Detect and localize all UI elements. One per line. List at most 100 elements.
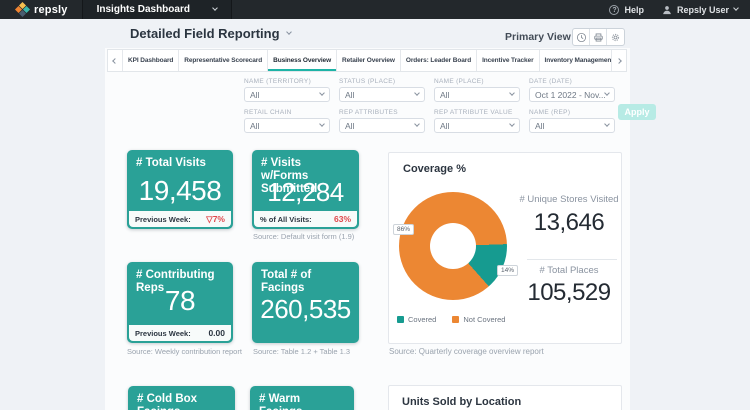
kpi-card-footer: Previous Week: ▽7% xyxy=(129,211,231,227)
help-label: Help xyxy=(624,4,644,15)
kpi-footer-value: ▽7% xyxy=(206,213,225,224)
filter-label: RETAIL CHAIN xyxy=(244,109,292,116)
stat-divider xyxy=(527,259,617,260)
filter-label: REP ATTRIBUTE VALUE xyxy=(434,109,513,116)
kpi-card-footer: Previous Week: 0.00 xyxy=(129,325,231,341)
legend-label: Covered xyxy=(408,315,437,324)
donut-hole xyxy=(430,223,476,269)
kpi-card-title: # Cold Box Facings xyxy=(137,393,198,410)
chevron-down-icon xyxy=(509,121,515,127)
chevron-right-icon xyxy=(616,57,622,64)
stat-value-unique-stores: 13,646 xyxy=(533,209,605,236)
select-value: All xyxy=(440,89,450,100)
filter-retail-chain-select[interactable]: All xyxy=(244,118,330,133)
source-note: Source: Weekly contribution report xyxy=(127,347,242,356)
filter-status-place-select[interactable]: All xyxy=(339,87,425,102)
chevron-down-icon xyxy=(211,5,218,11)
tabs-scroll-left-button[interactable] xyxy=(108,50,123,71)
tab-orders-leader-board[interactable]: Orders: Leader Board xyxy=(401,50,478,71)
select-value: All xyxy=(250,89,260,100)
filter-row-1: NAME (TERRITORY) All STATUS (PLACE) All … xyxy=(244,78,615,102)
select-value: All xyxy=(345,120,355,131)
filter-rep-attributes-select[interactable]: All xyxy=(339,118,425,133)
report-title-dropdown[interactable]: Detailed Field Reporting xyxy=(130,26,292,41)
filter-status-place: STATUS (PLACE) All xyxy=(339,78,425,102)
chevron-down-icon xyxy=(285,29,292,35)
filter-name-territory-select[interactable]: All xyxy=(244,87,330,102)
tab-inventory-management-tracker[interactable]: Inventory Management Tracker xyxy=(540,50,612,71)
tabs-scroll-area: KPI Dashboard Representative Scorecard B… xyxy=(123,50,611,71)
units-sold-panel: Units Sold by Location xyxy=(388,385,622,410)
tab-kpi-dashboard[interactable]: KPI Dashboard xyxy=(123,50,180,71)
kpi-card-title: Total # of Facings xyxy=(261,269,312,295)
coverage-panel-title: Coverage % xyxy=(403,163,466,175)
filter-name-territory: NAME (TERRITORY) All xyxy=(244,78,330,102)
kpi-card-title: # Total Visits xyxy=(136,157,206,169)
filter-rep-attributes: REP ATTRIBUTES All xyxy=(339,109,425,133)
filter-date-select[interactable]: Oct 1 2022 - Nov... xyxy=(529,87,615,102)
filter-label: NAME (REP) xyxy=(529,109,571,116)
kpi-footer-label: Previous Week: xyxy=(135,328,191,338)
tabs-scroll-right-button[interactable] xyxy=(611,50,626,71)
kpi-card-total-facings: Total # of Facings 260,535 xyxy=(252,262,359,343)
filter-label: DATE (DATE) xyxy=(529,78,573,85)
kpi-card-contributing-reps: # Contributing Reps 78 Previous Week: 0.… xyxy=(127,262,233,343)
view-selector[interactable]: Primary View xyxy=(505,31,582,43)
user-menu[interactable]: Repsly User xyxy=(662,4,739,15)
page-title: Detailed Field Reporting xyxy=(130,26,280,41)
kpi-footer-value: 0.00 xyxy=(208,328,225,338)
kpi-card-value: 19,458 xyxy=(138,175,222,206)
chevron-down-icon xyxy=(319,121,325,127)
topbar-divider xyxy=(230,0,232,19)
schedule-button[interactable] xyxy=(573,29,590,45)
filter-rep-attribute-value-select[interactable]: All xyxy=(434,118,520,133)
print-button[interactable] xyxy=(590,29,607,45)
chevron-down-icon xyxy=(414,90,420,96)
app-menu-dropdown[interactable]: Insights Dashboard xyxy=(82,0,231,19)
filter-name-rep-select[interactable]: All xyxy=(529,118,615,133)
chevron-down-icon xyxy=(733,5,739,11)
kpi-card-title: # Warm Facings xyxy=(259,393,302,410)
filter-name-place-select[interactable]: All xyxy=(434,87,520,102)
stat-value-total-places: 105,529 xyxy=(527,279,611,306)
gear-icon xyxy=(611,33,620,41)
settings-button[interactable] xyxy=(607,29,624,45)
legend-item-not-covered[interactable]: Not Covered xyxy=(452,315,505,324)
kpi-card-value: 260,535 xyxy=(260,294,351,324)
legend-label: Not Covered xyxy=(463,315,506,324)
coverage-panel: Coverage % 86% 14% # Unique Stores Visit… xyxy=(388,152,622,344)
kpi-card-warm-facings: # Warm Facings xyxy=(250,386,354,410)
legend-swatch-not-covered xyxy=(452,316,460,323)
tab-representative-scorecard[interactable]: Representative Scorecard xyxy=(179,50,269,71)
chevron-down-icon xyxy=(604,121,610,127)
kpi-footer-value: 63% xyxy=(333,214,351,224)
stat-label-unique-stores: # Unique Stores Visited xyxy=(519,194,619,205)
repsly-logo[interactable]: repsly xyxy=(0,0,82,19)
coverage-donut[interactable] xyxy=(399,192,507,300)
chevron-down-icon xyxy=(604,90,610,96)
legend-item-covered[interactable]: Covered xyxy=(397,315,436,324)
tab-incentive-tracker[interactable]: Incentive Tracker xyxy=(477,50,540,71)
units-sold-panel-title: Units Sold by Location xyxy=(402,396,522,408)
slice-label-not-covered: 86% xyxy=(393,224,415,235)
source-note: Source: Table 1.2 + Table 1.3 xyxy=(253,347,351,356)
apply-button[interactable]: Apply xyxy=(618,104,656,120)
chevron-down-icon xyxy=(319,90,325,96)
filter-date: DATE (DATE) Oct 1 2022 - Nov... xyxy=(529,78,615,102)
help-icon: ? xyxy=(609,4,620,15)
help-button[interactable]: ? Help xyxy=(609,4,644,15)
stat-label-total-places: # Total Places xyxy=(539,265,599,276)
tab-business-overview[interactable]: Business Overview xyxy=(268,50,338,71)
filter-row-2: RETAIL CHAIN All REP ATTRIBUTES All REP … xyxy=(244,109,615,133)
top-bar: repsly Insights Dashboard ? Help Repsly … xyxy=(0,0,750,19)
kpi-card-value: 78 xyxy=(164,285,196,316)
select-value: All xyxy=(250,120,260,131)
chevron-down-icon xyxy=(509,90,515,96)
coverage-legend: Covered Not Covered xyxy=(397,315,505,324)
tab-retailer-overview[interactable]: Retailer Overview xyxy=(337,50,401,71)
filter-retail-chain: RETAIL CHAIN All xyxy=(244,109,330,133)
printer-icon xyxy=(593,33,603,41)
kpi-card-total-visits: # Total Visits 19,458 Previous Week: ▽7% xyxy=(127,150,233,229)
user-label: Repsly User xyxy=(676,4,729,15)
select-value: All xyxy=(440,120,450,131)
